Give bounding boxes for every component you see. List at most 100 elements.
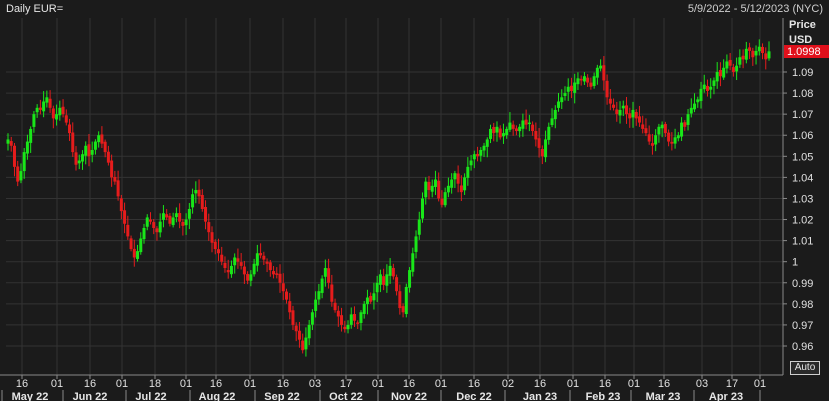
candle-body bbox=[735, 65, 739, 72]
y-tick-label: 1.07 bbox=[792, 109, 813, 121]
candle-body bbox=[74, 152, 78, 165]
candle-body bbox=[637, 116, 641, 123]
candle-body bbox=[123, 210, 127, 224]
candle-body bbox=[100, 134, 104, 144]
candle-body bbox=[310, 312, 314, 325]
candle-body bbox=[84, 145, 88, 156]
x-month-label: May 22 bbox=[12, 391, 49, 401]
candle-body bbox=[268, 262, 272, 271]
x-month-label: Jul 22 bbox=[135, 391, 166, 401]
candle-body bbox=[388, 265, 392, 276]
candle-body bbox=[456, 173, 460, 184]
candle-body bbox=[330, 284, 334, 302]
candle-body bbox=[58, 107, 62, 116]
candle-body bbox=[119, 198, 123, 212]
candle-body bbox=[87, 144, 91, 157]
candle-body bbox=[718, 70, 722, 77]
x-day-label: 16 bbox=[534, 378, 546, 390]
x-month-label: Aug 22 bbox=[199, 391, 236, 401]
x-month-label: Jun 22 bbox=[73, 391, 108, 401]
candle-body bbox=[754, 50, 758, 56]
candle-body bbox=[223, 262, 227, 269]
candle-body bbox=[139, 238, 143, 253]
candle-body bbox=[191, 194, 195, 208]
x-day-label: 17 bbox=[726, 378, 738, 390]
x-day-label: 01 bbox=[180, 378, 192, 390]
x-day-label: 01 bbox=[567, 378, 579, 390]
y-tick-label: 1.08 bbox=[792, 88, 813, 100]
candle-body bbox=[744, 48, 748, 60]
candle-body bbox=[618, 109, 622, 116]
candle-body bbox=[476, 153, 480, 157]
candle-body bbox=[404, 286, 408, 315]
candle-body bbox=[314, 299, 318, 311]
candle-body bbox=[505, 128, 509, 136]
candle-body bbox=[450, 179, 454, 188]
x-month-label: Jan 23 bbox=[523, 391, 557, 401]
y-tick-label: 0.96 bbox=[792, 341, 813, 353]
candle-body bbox=[693, 103, 697, 110]
x-day-label: 01 bbox=[116, 378, 128, 390]
candle-body bbox=[204, 207, 208, 222]
candle-body bbox=[741, 55, 745, 60]
y-tick-label: 1.02 bbox=[792, 215, 813, 227]
candle-body bbox=[19, 171, 23, 181]
candle-body bbox=[573, 82, 577, 93]
candle-body bbox=[242, 266, 246, 275]
candle-body bbox=[93, 141, 97, 150]
y-axis: 0.96 0.97 0.98 0.99 1 1.01 1.02 1.03 1.04 1.05 1.0… bbox=[782, 18, 813, 375]
candle-body bbox=[171, 217, 175, 226]
candle-body bbox=[722, 67, 726, 78]
candle-body bbox=[469, 160, 473, 166]
candle-body bbox=[521, 120, 525, 129]
candle-body bbox=[382, 276, 386, 285]
candle-body bbox=[495, 126, 499, 133]
candle-body bbox=[680, 122, 684, 137]
candle-body bbox=[362, 303, 366, 314]
candle-body bbox=[443, 192, 447, 206]
candle-body bbox=[252, 263, 256, 275]
candle-body bbox=[38, 107, 42, 110]
candle-body bbox=[670, 141, 674, 144]
candle-body bbox=[255, 253, 259, 266]
candle-body bbox=[317, 291, 321, 300]
candle-body bbox=[433, 179, 437, 187]
candle-body bbox=[349, 314, 353, 325]
candle-body bbox=[136, 251, 140, 259]
candle-body bbox=[437, 180, 441, 199]
candlestick-chart[interactable]: 0.96 0.97 0.98 0.99 1 1.01 1.02 1.03 1.04 1.05 1.0… bbox=[0, 0, 829, 401]
candle-body bbox=[699, 88, 703, 102]
candle-body bbox=[385, 274, 389, 286]
candle-body bbox=[408, 270, 412, 288]
candle-body bbox=[307, 324, 311, 339]
candle-body bbox=[615, 109, 619, 115]
candle-body bbox=[417, 219, 421, 235]
candle-body bbox=[738, 57, 742, 65]
candle-body bbox=[511, 124, 515, 129]
y-tick-label: 1.03 bbox=[792, 193, 813, 205]
candle-body bbox=[634, 112, 638, 119]
candle-body bbox=[35, 107, 39, 113]
candle-body bbox=[359, 312, 363, 323]
candle-body bbox=[479, 149, 483, 156]
candle-body bbox=[262, 255, 266, 260]
candle-body bbox=[501, 133, 505, 137]
x-day-label: 16 bbox=[403, 378, 415, 390]
candle-body bbox=[602, 65, 606, 81]
candle-body bbox=[566, 86, 570, 92]
candle-body bbox=[751, 50, 755, 58]
candle-body bbox=[226, 270, 230, 273]
candle-body bbox=[236, 258, 240, 262]
auto-scale-button[interactable]: Auto bbox=[790, 361, 820, 375]
candle-body bbox=[544, 139, 548, 158]
candle-body bbox=[459, 185, 463, 193]
candle-body bbox=[249, 274, 253, 281]
x-day-label: 02 bbox=[502, 378, 514, 390]
candle-body bbox=[378, 274, 382, 285]
x-day-label: 01 bbox=[435, 378, 447, 390]
candle-body bbox=[676, 135, 680, 139]
candle-body bbox=[644, 128, 648, 134]
candle-body bbox=[647, 134, 651, 142]
candle-body bbox=[216, 249, 220, 254]
y-axis-unit: USD bbox=[789, 34, 812, 46]
